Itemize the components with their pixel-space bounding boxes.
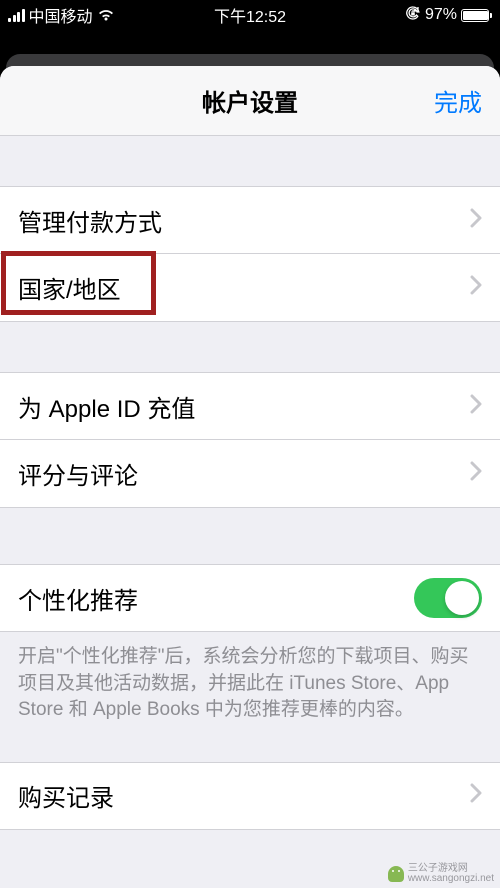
watermark-url: www.sangongzi.net bbox=[408, 874, 494, 884]
battery-pct: 97% bbox=[425, 6, 457, 24]
chevron-right-icon bbox=[470, 394, 482, 419]
cell-label: 评分与评论 bbox=[18, 456, 138, 491]
settings-sheet: 帐户设置 完成 管理付款方式 国家/地区 为 Apple ID 充值 评分与评论… bbox=[0, 66, 500, 888]
status-bar: 中国移动 下午12:52 97% bbox=[0, 0, 500, 30]
orientation-lock-icon bbox=[405, 6, 421, 25]
cell-label: 购买记录 bbox=[18, 778, 114, 813]
battery-icon bbox=[461, 9, 492, 22]
cell-add-funds[interactable]: 为 Apple ID 充值 bbox=[0, 372, 500, 440]
sheet-header: 帐户设置 完成 bbox=[0, 66, 500, 136]
cell-label: 为 Apple ID 充值 bbox=[18, 389, 195, 424]
personalized-toggle[interactable] bbox=[414, 578, 482, 618]
chevron-right-icon bbox=[470, 208, 482, 233]
cell-manage-payment[interactable]: 管理付款方式 bbox=[0, 186, 500, 254]
watermark: 三公子游戏网 www.sangongzi.net bbox=[388, 864, 494, 884]
signal-icon bbox=[8, 9, 25, 22]
status-time: 下午12:52 bbox=[214, 3, 286, 27]
cell-label: 管理付款方式 bbox=[18, 203, 162, 238]
cell-personalized-recommendations: 个性化推荐 bbox=[0, 564, 500, 632]
carrier-label: 中国移动 bbox=[29, 3, 93, 27]
chevron-right-icon bbox=[470, 275, 482, 300]
page-title: 帐户设置 bbox=[202, 83, 298, 118]
cell-country-region[interactable]: 国家/地区 bbox=[0, 254, 500, 322]
cell-label: 国家/地区 bbox=[18, 270, 121, 305]
cell-purchase-history[interactable]: 购买记录 bbox=[0, 762, 500, 830]
cell-ratings-reviews[interactable]: 评分与评论 bbox=[0, 440, 500, 508]
done-button[interactable]: 完成 bbox=[434, 83, 482, 118]
watermark-logo-icon bbox=[388, 866, 404, 882]
chevron-right-icon bbox=[470, 461, 482, 486]
cell-label: 个性化推荐 bbox=[18, 581, 138, 616]
personalized-description: 开启"个性化推荐"后，系统会分析您的下载项目、购买项目及其他活动数据，并据此在 … bbox=[0, 632, 500, 724]
wifi-icon bbox=[97, 8, 115, 22]
chevron-right-icon bbox=[470, 783, 482, 808]
